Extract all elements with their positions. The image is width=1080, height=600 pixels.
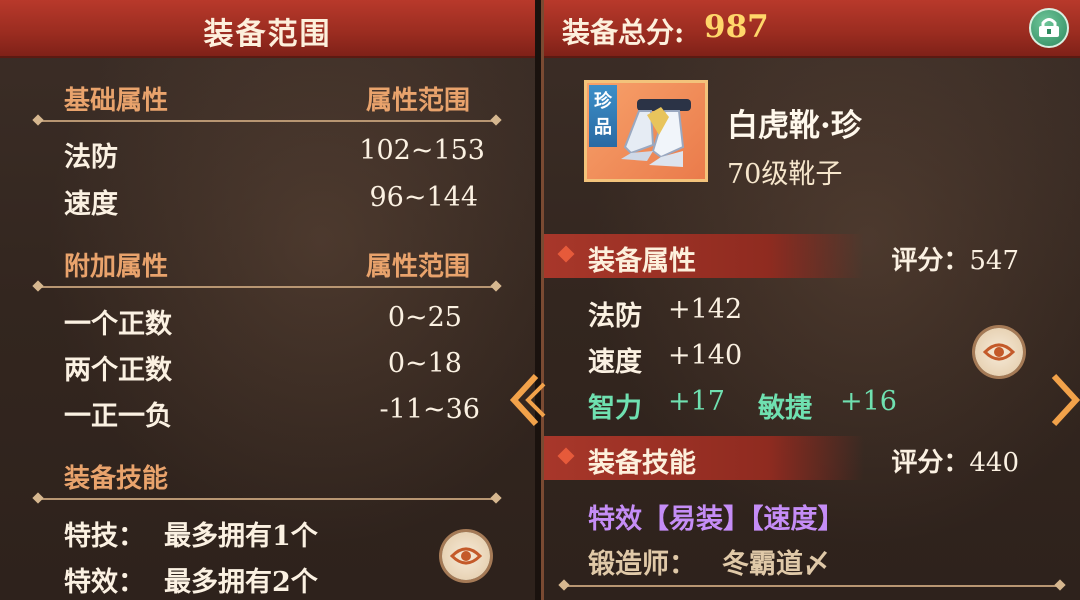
- eye-icon: [450, 547, 482, 565]
- extra-row-label: 一正一负: [64, 401, 172, 432]
- item-name: 白虎靴·珍: [727, 108, 862, 144]
- skills-heading: 装备技能: [588, 448, 696, 479]
- skills-banner: 装备技能: [544, 436, 864, 480]
- detail-panel-header: 装备总分: 987: [544, 0, 1080, 58]
- skill-row-value: 最多拥有1个: [164, 521, 318, 552]
- eye-icon: [983, 343, 1015, 361]
- total-score-value: 987: [704, 9, 769, 45]
- rarity-tag-char: 品: [594, 117, 612, 138]
- range-panel-title: 装备范围: [203, 17, 332, 52]
- extra-row-value: 0~25: [387, 302, 462, 333]
- divider: [38, 120, 496, 122]
- attributes-heading: 装备属性: [588, 246, 696, 277]
- rarity-tag: 珍 品: [589, 85, 617, 147]
- extra-row-label: 一个正数: [64, 309, 172, 340]
- extra-row-label: 两个正数: [64, 355, 172, 386]
- lock-icon: [1039, 18, 1059, 37]
- smith-label: 锻造师：: [588, 549, 696, 580]
- divider: [38, 498, 496, 500]
- score-value: 547: [969, 246, 1019, 276]
- attribute-label: 速度: [588, 347, 642, 378]
- boots-icon: [621, 99, 691, 167]
- base-row-value: 96~144: [369, 182, 478, 213]
- bonus-value: +16: [840, 386, 897, 417]
- range-panel: 装备范围 基础属性 属性范围 法防 102~153 速度 96~144 附加属性…: [0, 0, 535, 600]
- item-icon-frame[interactable]: 珍 品: [584, 80, 708, 182]
- score-label: 评分：: [891, 448, 970, 478]
- base-attributes-heading: 基础属性: [64, 86, 169, 116]
- attributes-banner: 装备属性: [544, 234, 864, 278]
- score-label: 评分：: [891, 246, 970, 276]
- preview-eye-button[interactable]: [442, 532, 490, 580]
- lock-button[interactable]: [1029, 8, 1069, 48]
- bonus-value: +17: [668, 386, 725, 417]
- skills-score: 评分：440: [891, 442, 1019, 479]
- bonus-label: 敏捷: [758, 393, 812, 424]
- diamond-icon: [557, 245, 575, 263]
- chevron-right-icon[interactable]: [1048, 370, 1080, 430]
- preview-eye-button[interactable]: [975, 328, 1023, 376]
- extra-attributes-heading: 附加属性: [64, 252, 169, 282]
- base-row-label: 速度: [64, 189, 118, 220]
- extra-row-value: -11~36: [379, 394, 480, 425]
- divider: [564, 585, 1060, 587]
- base-row-label: 法防: [64, 142, 118, 173]
- equipment-detail-panel: 装备总分: 987 珍 品 白虎靴·珍 70级靴子 装备属性 评分：547 法防…: [541, 0, 1080, 600]
- skill-row-label: 特技：: [64, 521, 145, 552]
- item-type: 70级靴子: [727, 159, 843, 190]
- extra-row-value: 0~18: [387, 348, 462, 379]
- smith-name: 冬霸道〆: [722, 549, 830, 580]
- base-row-value: 102~153: [359, 135, 485, 166]
- chevron-left-icon[interactable]: [506, 370, 546, 430]
- bonus-label: 智力: [588, 393, 642, 424]
- skill-effect: 特效【易装】【速度】: [588, 504, 845, 535]
- score-value: 440: [969, 448, 1019, 478]
- attribute-label: 法防: [588, 301, 642, 332]
- skills-heading: 装备技能: [64, 464, 169, 494]
- base-range-heading: 属性范围: [366, 86, 471, 116]
- skill-row-value: 最多拥有2个: [164, 567, 318, 598]
- extra-range-heading: 属性范围: [366, 252, 471, 282]
- rarity-tag-char: 珍: [594, 91, 612, 112]
- attributes-score: 评分：547: [891, 240, 1019, 277]
- diamond-icon: [557, 447, 575, 465]
- skill-row-label: 特效：: [64, 567, 145, 598]
- attribute-value: +140: [668, 340, 743, 371]
- range-panel-header: 装备范围: [0, 0, 535, 58]
- attribute-value: +142: [668, 294, 743, 325]
- divider: [38, 286, 496, 288]
- total-score-label: 装备总分:: [562, 16, 685, 49]
